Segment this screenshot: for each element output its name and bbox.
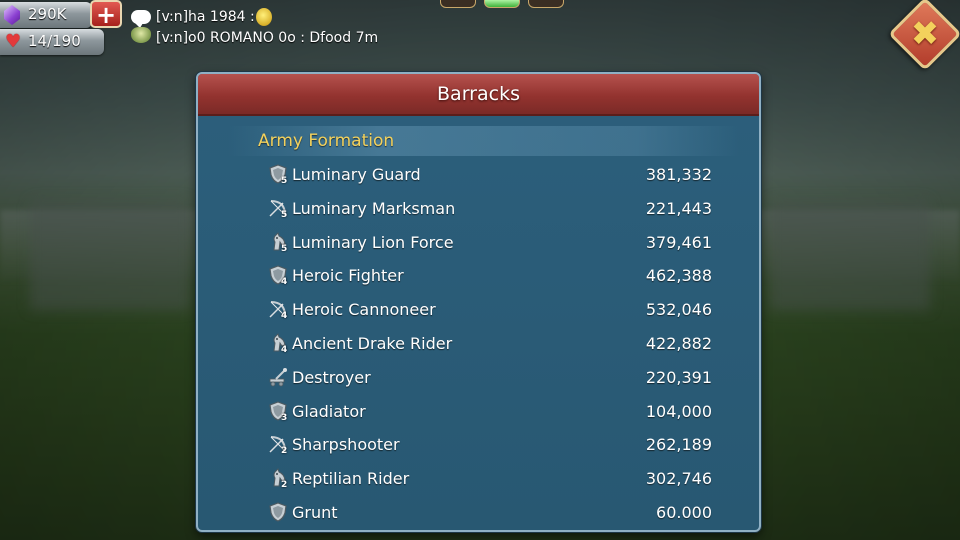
troop-count: 422,882 [645,333,712,353]
troop-count: 262,189 [645,435,712,455]
buy-gems-button[interactable]: + [90,0,122,28]
troop-name: Sharpshooter [292,435,400,455]
gems-value: 290K [28,5,67,23]
troop-count: 60.000 [656,502,712,522]
troop-row[interactable]: 5 Luminary Marksman 221,443 [268,194,712,228]
troop-row[interactable]: 2 Reptilian Rider 302,746 [268,464,712,498]
stamina-value: 14/190 [28,32,81,50]
close-icon[interactable]: ✖ [899,8,951,60]
troop-list: 5 Luminary Guard 381,332 5 Luminary Marksman… [268,160,712,532]
troop-tier: 4 [281,311,288,322]
troop-row[interactable]: 2 Sharpshooter 262,189 [268,430,712,464]
emoji-icon [256,8,272,26]
troop-row[interactable]: 3 Gladiator 104,000 [268,397,712,431]
troop-tier: 5 [281,176,288,186]
troop-row[interactable]: 5 Luminary Guard 381,332 [268,160,712,194]
troop-name: Reptilian Rider [292,469,410,489]
troop-row[interactable]: 4 Ancient Drake Rider 422,882 [268,329,712,363]
troop-name: Destroyer [292,367,371,387]
troop-row[interactable]: 5 Luminary Lion Force 379,461 [268,228,712,262]
chat-bubble-icon[interactable] [131,10,151,28]
troop-tier: 5 [281,243,288,254]
stamina-counter[interactable]: ♥ 14/190 [0,29,104,55]
troop-tier: 5 [281,209,288,220]
siege-catapult-icon [268,367,288,387]
troop-count: 104,000 [645,401,712,421]
troop-name: Heroic Cannoneer [292,300,436,320]
troop-name: Gladiator [292,401,366,421]
page-dot-2[interactable] [484,0,520,8]
troop-name: Luminary Marksman [292,198,456,218]
troop-tier: 2 [281,446,288,457]
infantry-shield-icon [268,502,288,522]
troop-count: 220,391 [645,367,712,387]
guild-badge-icon [131,27,151,43]
troop-count: 221,443 [645,198,712,218]
chat-line-1[interactable]: [v:n]ha 1984 : [156,9,255,25]
section-title: Army Formation [258,131,395,151]
panel-header: Barracks [198,74,759,116]
page-dot-3[interactable] [528,0,564,8]
troop-name: Heroic Fighter [292,266,404,286]
troop-name: Ancient Drake Rider [292,333,453,353]
troop-count: 379,461 [645,232,712,252]
troop-name: Luminary Guard [292,165,421,184]
gem-icon [4,5,20,25]
troop-name: Grunt [292,502,338,522]
troop-count: 462,388 [645,266,712,286]
barracks-panel: Barracks Army Formation 5 Luminary Guard 3… [196,72,761,532]
troop-count: 532,046 [645,300,712,320]
troop-row[interactable]: Grunt 60.000 [268,498,712,532]
chat-line-2[interactable]: [v:n]o0 ROMANO 0o : Dfood 7m [156,30,378,46]
background-arch-left [30,200,190,310]
troop-name: Luminary Lion Force [292,232,454,252]
troop-tier: 4 [281,277,288,288]
troop-count: 302,746 [645,469,712,489]
gems-counter[interactable]: 290K [0,2,92,28]
heart-icon: ♥ [5,31,22,52]
troop-tier: 3 [281,412,288,423]
page-dot-1[interactable] [440,0,476,8]
background-arch-right [770,200,930,310]
troop-row[interactable]: Destroyer 220,391 [268,363,712,397]
troop-row[interactable]: 4 Heroic Fighter 462,388 [268,261,712,295]
page-indicator [440,0,564,8]
troop-count: 381,332 [645,165,712,184]
troop-row[interactable]: 4 Heroic Cannoneer 532,046 [268,295,712,329]
troop-tier: 2 [281,480,288,491]
troop-tier: 4 [281,344,288,355]
panel-title: Barracks [437,83,520,105]
